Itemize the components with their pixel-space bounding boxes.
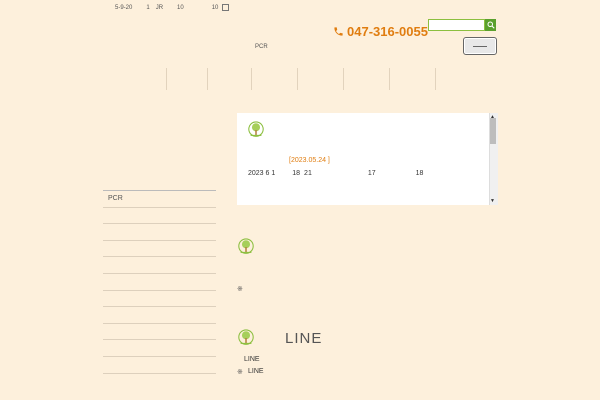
sidebar-item[interactable] — [103, 357, 216, 374]
search-icon — [487, 21, 495, 29]
menu-button[interactable] — [463, 37, 497, 55]
phone-text: 047-316-0055 — [347, 24, 428, 39]
nav-divider — [435, 68, 436, 90]
sidebar-item[interactable] — [103, 274, 216, 291]
sidebar-item[interactable] — [103, 257, 216, 274]
news-date: [2023.05.24 ] — [289, 157, 330, 164]
nav-divider — [251, 68, 252, 90]
sidebar-item[interactable] — [103, 241, 216, 258]
scroll-thumb[interactable] — [490, 118, 496, 144]
news-text-part: 2023 6 1 — [248, 170, 276, 177]
nav-divider — [343, 68, 344, 90]
sidebar-item[interactable] — [103, 324, 216, 341]
sidebar-item-pcr[interactable]: PCR — [103, 191, 216, 208]
news-text-part: 18 — [415, 170, 424, 177]
address-part: JR — [155, 5, 164, 12]
tree-icon — [238, 238, 254, 254]
news-text: 2023 6 1 18 21 17 18 — [248, 170, 423, 177]
sidebar-item[interactable] — [103, 307, 216, 324]
nav-divider — [297, 68, 298, 90]
square-icon — [222, 4, 230, 11]
news-text-part: 17 — [367, 170, 376, 177]
search-button[interactable] — [485, 19, 496, 31]
line-text: LINE — [244, 356, 260, 363]
scroll-down-icon[interactable]: ▼ — [490, 198, 495, 204]
tree-icon — [248, 121, 264, 137]
note-mark: ※ — [237, 369, 243, 376]
sidebar-item[interactable] — [103, 340, 216, 357]
sidebar-item[interactable] — [103, 291, 216, 308]
sidebar-menu: PCR — [103, 190, 216, 374]
tree-icon — [238, 329, 254, 345]
phone-number[interactable]: 047-316-0055 — [333, 24, 428, 39]
note-mark: ※ — [237, 286, 243, 293]
phone-icon — [334, 27, 343, 36]
address-part: 10 — [211, 5, 219, 12]
sidebar-item[interactable] — [103, 224, 216, 241]
header-address: 5-9-20 1 JR 10 10 — [115, 4, 243, 11]
search-form — [428, 19, 496, 31]
nav-divider — [207, 68, 208, 90]
address-part: 5-9-20 — [115, 5, 133, 12]
nav-divider — [166, 68, 167, 90]
address-part: 10 — [177, 5, 184, 12]
sidebar-item[interactable] — [103, 208, 216, 225]
news-text-part: 18 — [292, 170, 301, 177]
line-section-title: LINE — [285, 330, 323, 347]
search-input[interactable] — [428, 19, 485, 31]
address-part: 1 — [146, 5, 150, 12]
menu-icon — [473, 45, 487, 47]
pcr-label: PCR — [255, 44, 268, 50]
news-panel — [237, 113, 497, 205]
line-note-text: LINE — [248, 368, 264, 375]
news-text-part: 21 — [304, 170, 312, 177]
nav-divider — [389, 68, 390, 90]
